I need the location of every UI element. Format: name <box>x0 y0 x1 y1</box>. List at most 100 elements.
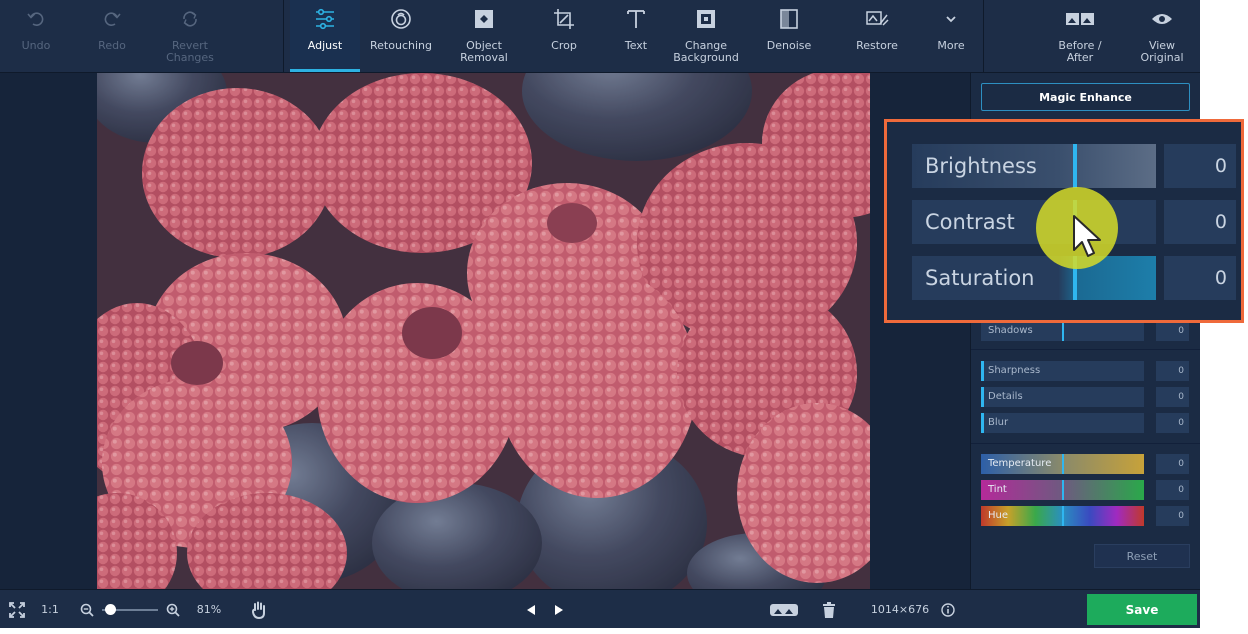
next-icon <box>555 604 563 615</box>
slider-handle[interactable] <box>1062 480 1064 500</box>
edited-photo[interactable] <box>97 73 870 589</box>
compare-icon <box>770 603 798 616</box>
tab-restore[interactable]: Restore <box>842 0 912 72</box>
tint-value[interactable]: 0 <box>1156 480 1189 500</box>
sharpness-label: Sharpness <box>988 365 1041 376</box>
tint-label: Tint <box>988 484 1007 495</box>
eye-icon <box>1152 14 1172 24</box>
pan-button[interactable] <box>248 590 270 628</box>
redo-button[interactable]: Redo <box>86 0 138 72</box>
photo-raspberries-blueberries <box>97 73 870 589</box>
callout-brightness-row[interactable]: Brightness 0 <box>912 144 1237 188</box>
image-dimensions: 1014×676 <box>870 603 930 616</box>
callout-saturation-value[interactable]: 0 <box>1164 256 1236 300</box>
callout-saturation-slider[interactable]: Saturation <box>912 256 1156 300</box>
bottom-bar: 1:1 81% 1014×676 Save <box>0 589 1200 628</box>
callout-contrast-value[interactable]: 0 <box>1164 200 1236 244</box>
revert-changes-button[interactable]: Revert Changes <box>155 0 225 72</box>
magic-enhance-button[interactable]: Magic Enhance <box>981 83 1190 111</box>
tab-text[interactable]: Text <box>608 0 664 72</box>
details-slider[interactable]: Details <box>981 387 1144 407</box>
tab-adjust-label: Adjust <box>307 39 343 52</box>
view-original-button[interactable]: View Original <box>1130 0 1194 72</box>
zoom-slider-handle[interactable] <box>104 603 116 615</box>
hue-label: Hue <box>988 510 1009 521</box>
callout-brightness-value[interactable]: 0 <box>1164 144 1236 188</box>
zoom-slider-track <box>102 603 158 615</box>
shadows-slider[interactable]: Shadows <box>981 321 1144 341</box>
toolbar-divider <box>983 0 984 72</box>
tab-denoise-label: Denoise <box>766 39 812 52</box>
top-toolbar: Undo Redo Revert Changes Adjust Retouchi… <box>0 0 1200 73</box>
text-icon <box>627 10 645 28</box>
slider-handle[interactable] <box>1062 506 1064 526</box>
tab-change-background[interactable]: Change Background <box>668 0 744 72</box>
zoom-slider[interactable] <box>100 590 160 628</box>
before-after-button[interactable]: Before / After <box>1042 0 1118 72</box>
sharpness-value[interactable]: 0 <box>1156 361 1189 381</box>
tint-slider-row[interactable]: Tint 0 <box>981 480 1191 500</box>
info-button[interactable] <box>938 590 958 628</box>
sharpness-slider-row[interactable]: Sharpness 0 <box>981 361 1191 381</box>
tab-crop[interactable]: Crop <box>534 0 594 72</box>
actual-size-button[interactable]: 1:1 <box>38 590 62 628</box>
zoom-in-button[interactable] <box>164 590 182 628</box>
callout-brightness-slider[interactable]: Brightness <box>912 144 1156 188</box>
hand-icon <box>251 601 265 619</box>
before-after-icon <box>1066 13 1094 25</box>
tab-object-removal[interactable]: Object Removal <box>450 0 518 72</box>
temperature-slider[interactable]: Temperature <box>981 454 1144 474</box>
fullscreen-button[interactable] <box>6 590 28 628</box>
previous-button[interactable] <box>521 590 541 628</box>
crop-icon <box>554 9 574 29</box>
blur-label: Blur <box>988 417 1009 428</box>
tab-retouching-label: Retouching <box>370 39 432 52</box>
shadows-slider-row[interactable]: Shadows 0 <box>981 321 1191 341</box>
tab-adjust[interactable]: Adjust <box>290 0 360 72</box>
zoom-out-icon <box>80 603 94 617</box>
revert-icon <box>183 11 197 27</box>
tab-text-label: Text <box>624 39 648 52</box>
more-button[interactable]: More <box>926 0 976 72</box>
restore-icon <box>866 11 889 26</box>
callout-contrast-slider[interactable]: Contrast <box>912 200 1156 244</box>
hue-value[interactable]: 0 <box>1156 506 1189 526</box>
zoom-out-button[interactable] <box>78 590 96 628</box>
delete-button[interactable] <box>818 590 840 628</box>
temperature-label: Temperature <box>988 458 1052 469</box>
details-slider-row[interactable]: Details 0 <box>981 387 1191 407</box>
compare-button[interactable] <box>766 590 802 628</box>
slider-handle[interactable] <box>1073 144 1077 188</box>
slider-handle[interactable] <box>1062 321 1064 341</box>
trash-icon <box>823 601 835 618</box>
background-icon <box>697 10 715 28</box>
panel-divider <box>971 443 1200 444</box>
details-label: Details <box>988 391 1023 402</box>
undo-button[interactable]: Undo <box>10 0 62 72</box>
tab-denoise[interactable]: Denoise <box>756 0 822 72</box>
hue-slider-row[interactable]: Hue 0 <box>981 506 1191 526</box>
blur-slider[interactable]: Blur <box>981 413 1144 433</box>
blur-slider-row[interactable]: Blur 0 <box>981 413 1191 433</box>
fullscreen-icon <box>9 601 25 618</box>
callout-saturation-label: Saturation <box>925 266 1035 290</box>
next-button[interactable] <box>549 590 569 628</box>
prev-icon <box>527 604 535 615</box>
blur-value[interactable]: 0 <box>1156 413 1189 433</box>
save-button[interactable]: Save <box>1087 594 1197 625</box>
shadows-value[interactable]: 0 <box>1156 321 1189 341</box>
slider-handle[interactable] <box>1062 454 1064 474</box>
callout-brightness-label: Brightness <box>925 154 1037 178</box>
sharpness-slider[interactable]: Sharpness <box>981 361 1144 381</box>
details-value[interactable]: 0 <box>1156 387 1189 407</box>
hue-slider[interactable]: Hue <box>981 506 1144 526</box>
tint-slider[interactable]: Tint <box>981 480 1144 500</box>
temperature-value[interactable]: 0 <box>1156 454 1189 474</box>
callout-contrast-label: Contrast <box>925 210 1015 234</box>
redo-label: Redo <box>98 39 126 52</box>
tab-change-background-label: Change Background <box>673 39 739 64</box>
undo-label: Undo <box>21 39 51 52</box>
reset-button[interactable]: Reset <box>1094 544 1190 568</box>
tab-retouching[interactable]: Retouching <box>364 0 438 72</box>
temperature-slider-row[interactable]: Temperature 0 <box>981 454 1191 474</box>
